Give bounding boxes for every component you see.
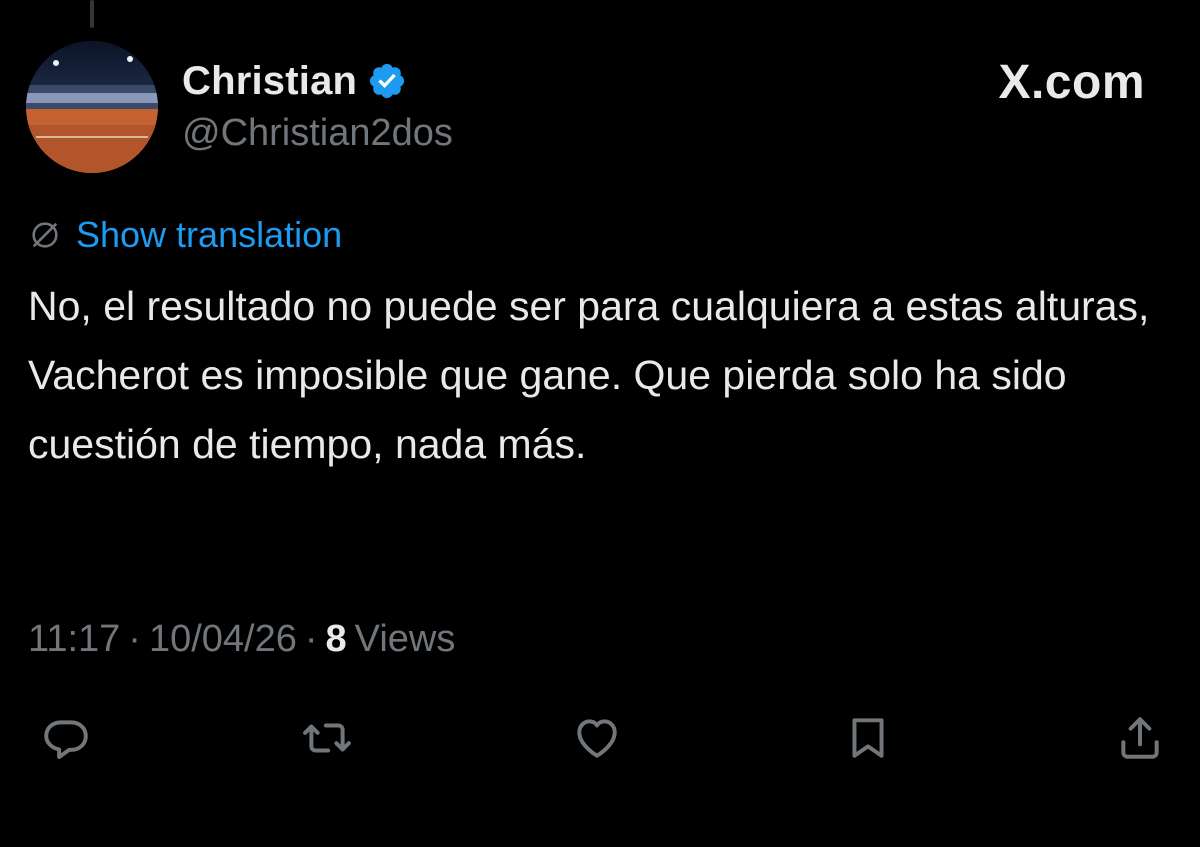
tweet-text: No, el resultado no puede ser para cualq… xyxy=(28,283,1150,467)
views-count: 8 xyxy=(325,618,347,660)
user-handle[interactable]: @Christian2dos xyxy=(182,112,453,155)
globe-slash-icon xyxy=(28,218,62,252)
display-name[interactable]: Christian xyxy=(182,59,357,104)
meta-separator: · xyxy=(304,618,318,660)
show-translation-label[interactable]: Show translation xyxy=(76,214,342,256)
like-button[interactable] xyxy=(567,708,627,768)
reply-icon xyxy=(44,720,88,759)
avatar-image xyxy=(26,41,158,173)
share-icon xyxy=(1121,717,1159,759)
tweet-date[interactable]: 10/04/26 xyxy=(149,618,297,661)
author-name-row[interactable]: Christian xyxy=(182,56,407,106)
verified-badge-icon xyxy=(367,61,407,101)
repost-icon xyxy=(303,723,351,753)
tweet-meta: 11:17 · 10/04/26 · 8 Views xyxy=(28,618,455,661)
bookmark-button[interactable] xyxy=(838,708,898,768)
reply-button[interactable] xyxy=(36,708,96,768)
share-button[interactable] xyxy=(1110,708,1170,768)
heart-icon xyxy=(577,719,617,758)
repost-button[interactable] xyxy=(297,708,357,768)
tweet-actions xyxy=(0,708,1200,768)
show-translation-link[interactable]: Show translation xyxy=(28,212,342,258)
tweet-time[interactable]: 11:17 xyxy=(28,618,120,661)
avatar[interactable] xyxy=(26,41,158,173)
views-label: Views xyxy=(354,618,456,660)
thread-connector-line xyxy=(90,0,94,28)
brand-watermark: X.com xyxy=(998,56,1145,109)
meta-separator: · xyxy=(128,618,141,660)
bookmark-icon xyxy=(852,718,884,758)
